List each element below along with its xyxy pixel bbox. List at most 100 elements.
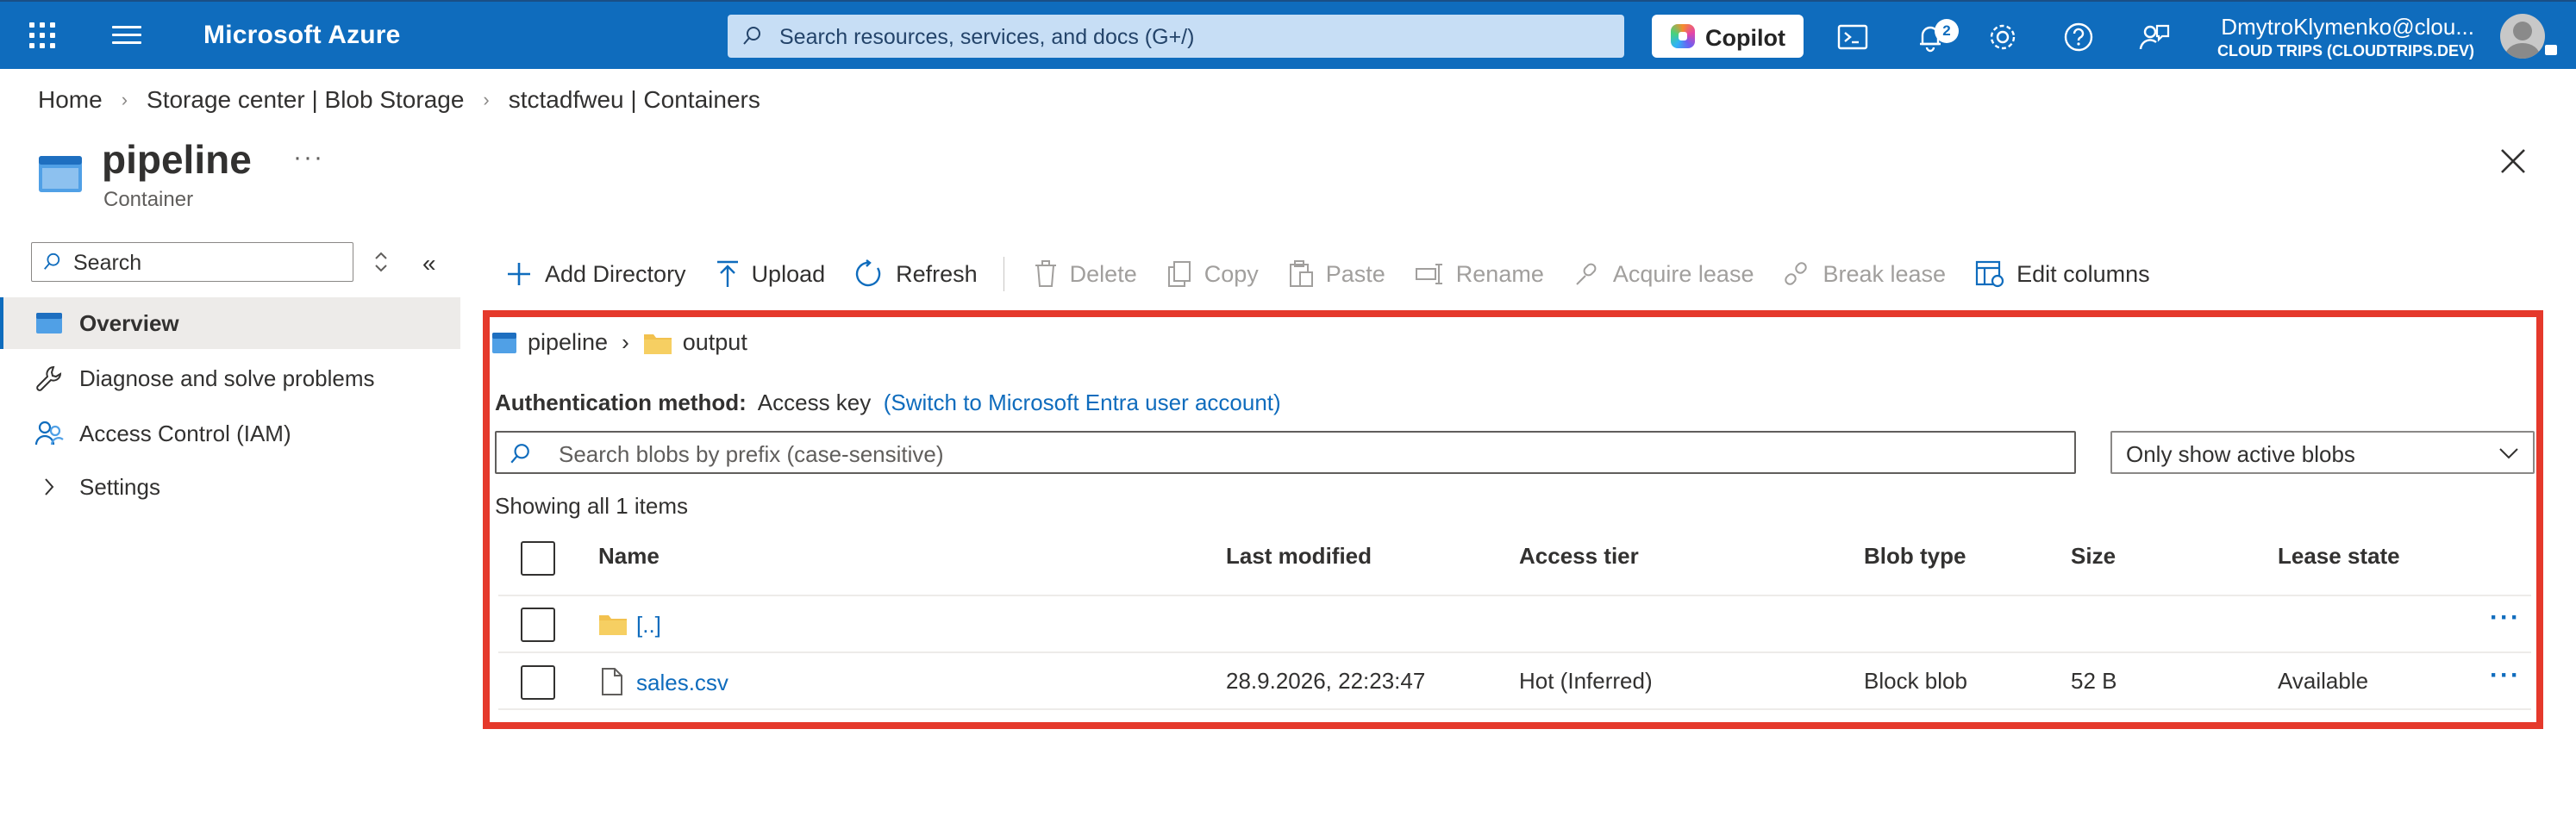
nav-search-placeholder: Search [73,251,142,275]
column-header-lease-state[interactable]: Lease state [2278,543,2400,570]
menu-icon[interactable] [112,26,141,47]
row-name-link[interactable]: sales.csv [636,670,728,696]
copy-icon [1167,261,1191,287]
search-icon [743,27,760,45]
rename-button[interactable]: Rename [1415,261,1544,288]
help-icon[interactable] [2062,21,2095,53]
sidebar-item-settings[interactable]: Settings [0,461,460,513]
column-header-access-tier[interactable]: Access tier [1519,543,1639,570]
tenant-name: CLOUD TRIPS (CLOUDTRIPS.DEV) [2216,42,2474,59]
blob-search-input[interactable]: Search blobs by prefix (case-sensitive) [495,431,2076,474]
close-icon[interactable] [2498,146,2528,176]
feedback-icon[interactable] [2138,21,2171,53]
blob-path-breadcrumb: pipeline › output [491,329,747,356]
user-name: DmytroKlymenko@clou... [2221,14,2474,40]
people-icon [34,421,64,446]
column-header-name[interactable]: Name [598,543,660,570]
settings-gear-icon[interactable] [1986,21,2019,53]
copilot-button[interactable]: Copilot [1652,15,1804,58]
broken-link-icon [1785,262,1808,285]
row-more-icon[interactable]: ··· [2490,603,2521,633]
plus-icon [508,263,530,285]
search-icon [44,252,60,270]
sidebar-item-access-control[interactable]: Access Control (IAM) [0,408,460,459]
chevron-down-icon [2499,448,2518,459]
table-divider [498,595,2531,596]
breadcrumb: Home › Storage center | Blob Storage › s… [38,86,760,114]
paste-icon [1289,260,1313,287]
switch-auth-link[interactable]: (Switch to Microsoft Entra user account) [884,390,1281,415]
chevron-right-icon [45,478,54,496]
sort-updown-icon[interactable] [372,250,390,274]
auth-label: Authentication method: [495,390,747,415]
row-blob-type: Block blob [1864,668,1967,694]
break-lease-button[interactable]: Break lease [1783,260,1946,288]
avatar[interactable] [2500,14,2545,59]
row-name-link[interactable]: [..] [636,612,661,639]
chevron-right-icon: › [622,329,629,355]
items-count: Showing all 1 items [495,493,688,519]
select-all-checkbox[interactable] [521,541,555,576]
delete-button[interactable]: Delete [1034,260,1137,288]
cloud-shell-icon[interactable] [1836,21,1869,53]
path-container-link[interactable]: pipeline [528,329,608,356]
column-header-last-modified[interactable]: Last modified [1226,543,1372,570]
wrench-icon [36,365,62,391]
breadcrumb-storage-center[interactable]: Storage center | Blob Storage [147,86,464,114]
column-header-blob-type[interactable]: Blob type [1864,543,1966,570]
path-folder-link[interactable]: output [683,329,747,356]
highlight-frame [483,310,2543,729]
acquire-lease-label: Acquire lease [1612,260,1754,287]
refresh-label: Refresh [896,260,978,287]
rename-icon [1415,264,1442,284]
sidebar-item-diagnose[interactable]: Diagnose and solve problems [0,352,460,404]
acquire-lease-button[interactable]: Acquire lease [1573,260,1754,288]
paste-label: Paste [1325,260,1385,287]
lock-icon [2545,45,2557,55]
breadcrumb-containers[interactable]: stctadfweu | Containers [509,86,760,114]
global-search-input[interactable]: Search resources, services, and docs (G+… [728,15,1624,58]
folder-icon [643,333,672,354]
table-divider [498,651,2531,653]
app-launcher-icon[interactable] [29,22,55,48]
column-header-size[interactable]: Size [2071,543,2116,570]
authentication-method: Authentication method: Access key (Switc… [495,390,1281,416]
edit-columns-button[interactable]: Edit columns [1975,260,2150,288]
trash-icon [1035,260,1056,287]
refresh-button[interactable]: Refresh [854,259,978,289]
link-icon [1576,263,1597,285]
paste-button[interactable]: Paste [1288,260,1385,288]
sidebar-item-label: Overview [79,310,179,336]
upload-button[interactable]: Upload [716,259,825,289]
copilot-label: Copilot [1705,25,1785,51]
blob-filter-value: Only show active blobs [2126,441,2355,467]
folder-icon [599,615,627,635]
container-icon [39,156,82,192]
sidebar-item-overview[interactable]: Overview [0,297,460,349]
copy-button[interactable]: Copy [1166,260,1259,288]
add-directory-button[interactable]: Add Directory [505,260,686,288]
account-info[interactable]: DmytroKlymenko@clou... CLOUD TRIPS (CLOU… [2198,14,2474,60]
sidebar-item-label: Access Control (IAM) [79,421,291,446]
breadcrumb-separator-icon: › [121,89,128,110]
brand-title[interactable]: Microsoft Azure [203,21,401,50]
delete-label: Delete [1069,260,1137,287]
copy-label: Copy [1204,260,1259,287]
edit-columns-label: Edit columns [2016,260,2150,287]
nav-search-input[interactable]: Search [31,242,353,282]
row-last-modified: 28.9.2026, 22:23:47 [1226,668,1426,694]
upload-icon [716,260,738,287]
blob-filter-dropdown[interactable]: Only show active blobs [2110,431,2535,474]
more-actions-icon[interactable]: ··· [293,143,324,172]
copilot-icon [1671,24,1695,48]
container-icon [492,332,516,353]
collapse-nav-icon[interactable]: « [422,250,436,277]
row-more-icon[interactable]: ··· [2490,661,2521,690]
table-divider [498,708,2531,710]
breadcrumb-home[interactable]: Home [38,86,103,114]
sidebar-item-label: Diagnose and solve problems [79,365,375,391]
row-checkbox[interactable] [521,608,555,642]
row-access-tier: Hot (Inferred) [1519,668,1653,694]
row-checkbox[interactable] [521,665,555,700]
auth-value: Access key [757,390,872,415]
